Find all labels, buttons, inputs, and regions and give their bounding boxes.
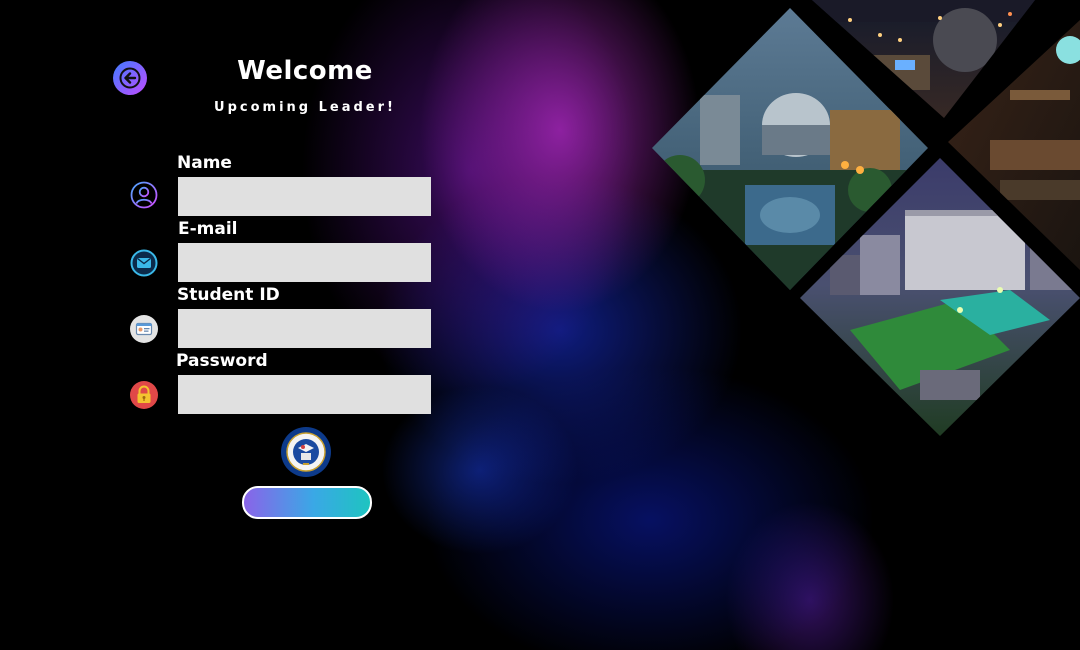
campus-photo-collage	[652, 0, 1080, 436]
id-card-icon	[130, 315, 158, 343]
back-arrow-icon	[119, 67, 141, 89]
submit-button[interactable]	[242, 486, 372, 519]
password-field[interactable]	[178, 375, 431, 414]
email-field[interactable]	[178, 243, 431, 282]
password-label: Password	[176, 351, 268, 371]
university-emblem	[281, 427, 331, 477]
page-subtitle: Upcoming Leader!	[214, 100, 396, 115]
name-field[interactable]	[178, 177, 431, 216]
user-icon	[130, 181, 158, 209]
page-title: Welcome	[237, 56, 373, 86]
envelope-icon	[130, 249, 158, 277]
student-id-label: Student ID	[177, 285, 280, 305]
lock-icon	[130, 381, 158, 409]
student-id-field[interactable]	[178, 309, 431, 348]
university-seal-icon	[282, 428, 330, 476]
name-label: Name	[177, 153, 232, 173]
email-label: E-mail	[178, 219, 238, 239]
back-button[interactable]	[113, 61, 147, 95]
